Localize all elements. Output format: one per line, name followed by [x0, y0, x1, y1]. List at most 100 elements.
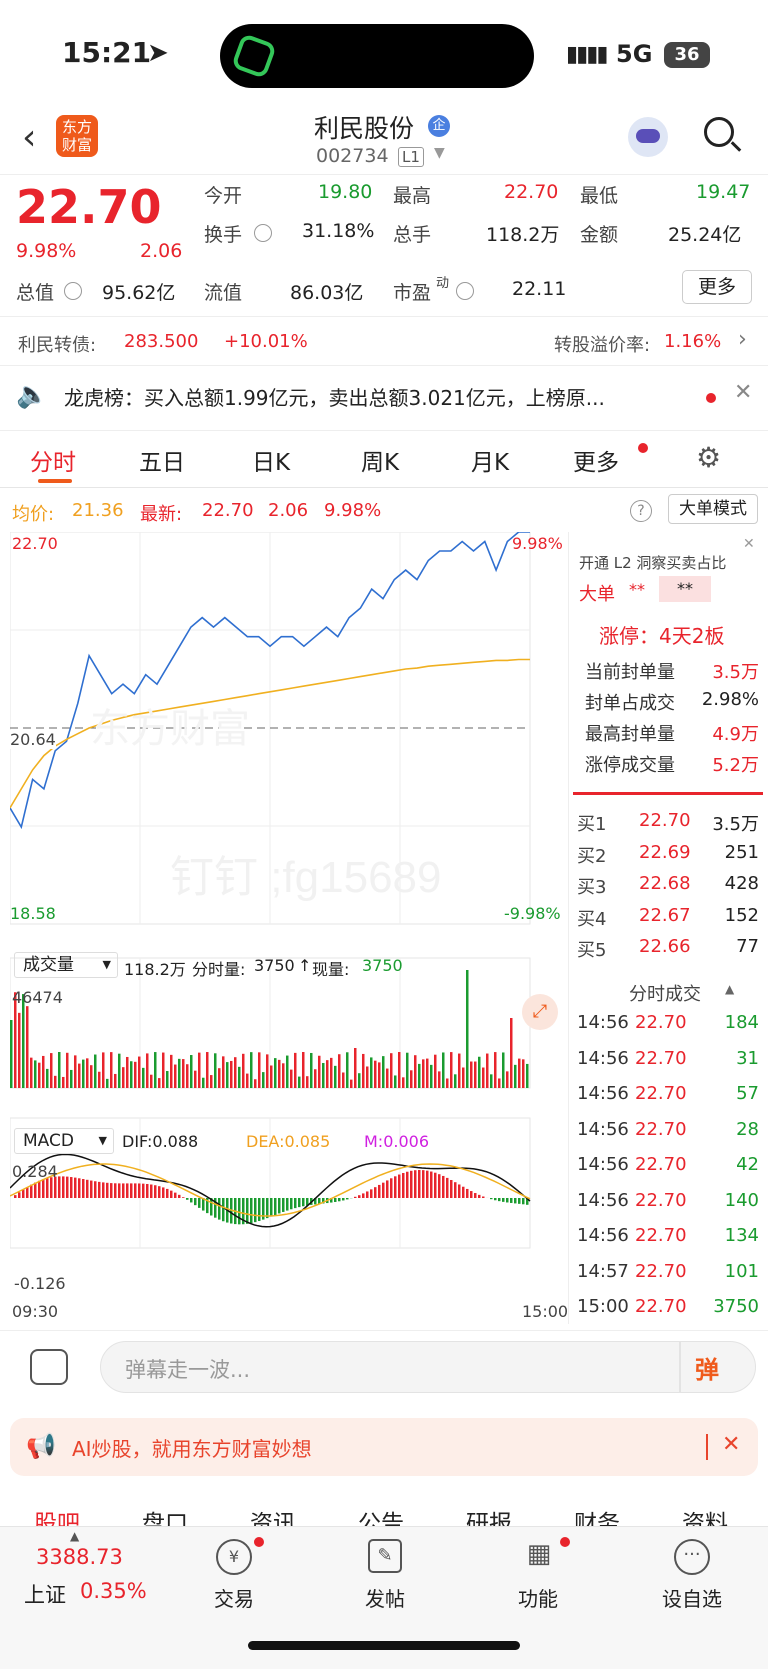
volume-bar — [26, 1006, 29, 1088]
nav-post[interactable]: 发帖 — [345, 1583, 425, 1612]
subtab-finance[interactable]: 财务 — [574, 1504, 620, 1526]
volume-bar — [250, 1052, 253, 1088]
close-icon[interactable]: ✕ — [743, 536, 755, 552]
subtab-research[interactable]: 研报 — [466, 1504, 512, 1526]
chart-svg: 东方财富 钉钉 ;fg15689 — [9, 531, 531, 1249]
more-button[interactable]: 更多 — [682, 270, 752, 304]
tick-time: 14:56 — [577, 1225, 629, 1246]
volume-bar — [166, 1071, 169, 1088]
tick-time: 14:56 — [577, 1012, 629, 1033]
volume-bar — [370, 1057, 373, 1088]
volume-bar — [114, 1073, 117, 1088]
big-order-mode-button[interactable]: 大单模式 — [668, 494, 758, 524]
caret-up-icon: ▲ — [70, 1529, 80, 1543]
search-icon[interactable] — [704, 117, 734, 147]
nav-trade[interactable]: 交易 — [194, 1583, 274, 1612]
macd-dif: DIF:0.088 — [122, 1132, 199, 1151]
subtab-profile[interactable]: 资料 — [682, 1504, 728, 1526]
tick-volume: 57 — [736, 1083, 759, 1104]
danmaku-toggle-button[interactable]: 弹 — [695, 1350, 719, 1385]
field-label-high: 最高 — [393, 185, 432, 207]
danmaku-input[interactable]: 弹幕走一波... 弹 — [100, 1341, 756, 1393]
volume-bar — [494, 1052, 497, 1088]
macd-indicator-select[interactable]: MACD ▼ — [14, 1128, 114, 1154]
macd-bar — [462, 1186, 465, 1198]
volume-bar — [34, 1060, 37, 1088]
tick-price: 22.70 — [635, 1225, 687, 1246]
macd-bar — [218, 1198, 221, 1220]
info-icon[interactable] — [254, 224, 272, 242]
dragon-tiger-notice[interactable]: 🔈 龙虎榜：买入总额1.99亿元，卖出总额3.021亿元，上榜原... ✕ — [0, 368, 768, 428]
macd-bar — [394, 1176, 397, 1198]
tab-intraday[interactable]: 分时 — [30, 443, 76, 477]
tab-month-k[interactable]: 月K — [471, 443, 509, 477]
quote-panel: 22.70 9.98% 2.06 总值 95.62亿 今开 19.80 最高 2… — [0, 176, 768, 316]
limit-title: 涨停：4天2板 — [599, 624, 725, 648]
caret-up-icon[interactable]: ▲ — [725, 982, 734, 996]
subtab-pankou[interactable]: 盘口 — [142, 1504, 188, 1526]
macd-top: 0.284 — [12, 1162, 58, 1181]
macd-bar — [266, 1198, 269, 1219]
index-name[interactable]: 上证 — [24, 1579, 66, 1609]
subtab-notice[interactable]: 公告 — [358, 1504, 404, 1526]
volume-bar — [46, 1068, 49, 1088]
tab-more[interactable]: 更多 — [573, 443, 619, 477]
limit-row-value: 4.9万 — [712, 724, 759, 745]
new-pct: 9.98% — [324, 500, 382, 521]
danmaku-settings-icon[interactable] — [30, 1349, 68, 1385]
macd-bar — [518, 1198, 521, 1204]
convertible-bond-bar[interactable]: 利民转债: 283.500 +10.01% 转股溢价率: 1.16% › — [0, 316, 768, 366]
volume-bar — [486, 1053, 489, 1088]
subtab-guba[interactable]: 股吧 — [34, 1504, 80, 1526]
grid-icon[interactable]: ▦ — [522, 1539, 556, 1573]
app-logo[interactable]: 东方 财富 — [56, 115, 98, 157]
premium-label: 转股溢价率: — [554, 335, 651, 356]
trade-icon[interactable]: ¥ — [216, 1539, 252, 1575]
close-icon[interactable]: ✕ — [722, 1432, 740, 1457]
chevron-down-icon[interactable]: ▼ — [434, 145, 445, 161]
tick-volume: 140 — [724, 1189, 759, 1211]
macd-bar — [222, 1198, 225, 1222]
tab-five-day[interactable]: 五日 — [139, 443, 185, 477]
info-icon[interactable] — [64, 282, 82, 300]
robot-avatar-icon[interactable] — [628, 117, 668, 157]
volume-bar — [398, 1052, 401, 1088]
intraday-chart[interactable]: 东方财富 钉钉 ;fg15689 22.70 9.98% 20.64 18.58… — [9, 531, 568, 1324]
volume-bar — [162, 1052, 165, 1088]
pct-top-label: 9.98% — [512, 534, 563, 553]
more-dots-icon[interactable]: ··· — [674, 1539, 710, 1575]
volume-bar — [458, 1053, 461, 1088]
tick-price: 22.70 — [635, 1296, 687, 1317]
macd-bar — [334, 1198, 337, 1202]
edit-icon[interactable]: ✎ — [368, 1539, 402, 1573]
gear-icon[interactable]: ⚙ — [696, 441, 721, 474]
macd-bar — [194, 1198, 197, 1206]
back-icon[interactable]: ‹ — [22, 117, 36, 158]
info-icon[interactable] — [456, 282, 474, 300]
tick-price: 22.70 — [635, 1012, 687, 1033]
chevron-right-icon[interactable]: › — [738, 327, 747, 352]
tab-week-k[interactable]: 周K — [361, 443, 399, 477]
ai-banner[interactable]: 📢 AI炒股，就用东方财富妙想 ✕ — [10, 1418, 758, 1476]
macd-bar — [390, 1178, 393, 1198]
tick-time: 14:56 — [577, 1154, 629, 1175]
subtab-news[interactable]: 资讯 — [250, 1504, 296, 1526]
nav-function[interactable]: 功能 — [498, 1583, 578, 1612]
index-value[interactable]: 3388.73 — [36, 1545, 123, 1569]
index-pct[interactable]: 0.35% — [80, 1579, 147, 1603]
macd-bar — [90, 1180, 93, 1198]
tab-day-k[interactable]: 日K — [252, 443, 290, 477]
expand-icon[interactable]: ⤢ — [522, 994, 558, 1030]
help-icon[interactable]: ? — [630, 500, 652, 522]
macd-bar — [106, 1182, 109, 1198]
close-icon[interactable]: ✕ — [734, 380, 752, 405]
macd-bar — [362, 1193, 365, 1198]
order-book-panel: 开通 L2 洞察买卖占比 ✕ 大单 ** ** 涨停：4天2板 当前封单量 3.… — [568, 532, 768, 1324]
nav-watchlist[interactable]: 设自选 — [652, 1583, 732, 1612]
home-indicator — [248, 1641, 520, 1650]
l2-promo[interactable]: 开通 L2 洞察买卖占比 — [579, 552, 726, 573]
macd-bar — [178, 1194, 181, 1198]
volume-indicator-select[interactable]: 成交量 ▼ — [14, 952, 118, 978]
level-badge[interactable]: L1 — [398, 147, 424, 167]
megaphone-icon: 📢 — [26, 1432, 56, 1460]
